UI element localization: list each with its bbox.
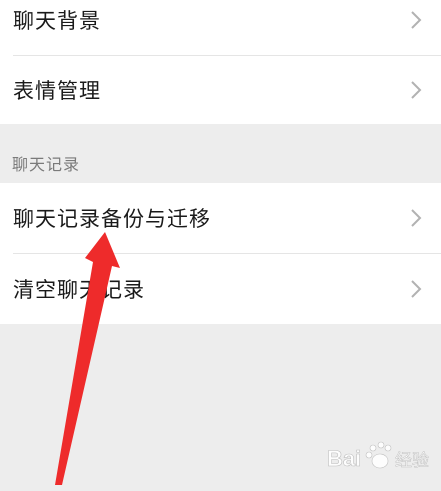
chevron-right-icon: [411, 11, 422, 29]
settings-item-backup-and-migrate[interactable]: 聊天记录备份与迁移: [0, 183, 441, 253]
settings-item-sticker-management[interactable]: 表情管理: [0, 55, 441, 125]
settings-item-label: 表情管理: [13, 79, 101, 103]
settings-item-label: 清空聊天记录: [13, 278, 145, 302]
settings-item-clear-chat-history[interactable]: 清空聊天记录: [0, 254, 441, 324]
chevron-right-icon: [411, 209, 422, 227]
section-header-chat-history: 聊天记录: [12, 155, 81, 174]
chevron-right-icon: [411, 280, 422, 298]
watermark-brand: Bai: [327, 446, 361, 471]
chevron-right-icon: [411, 81, 422, 99]
settings-group-top: 聊天背景 表情管理: [0, 0, 441, 124]
baidu-jingyan-watermark: Bai 经验: [325, 436, 435, 476]
settings-item-chat-background[interactable]: 聊天背景: [0, 0, 441, 55]
settings-item-label: 聊天记录备份与迁移: [13, 207, 211, 231]
baidu-paw-logo-icon: Bai 经验: [327, 441, 429, 471]
settings-group-chat-history: 聊天记录备份与迁移 清空聊天记录: [0, 183, 441, 324]
settings-item-label: 聊天背景: [13, 9, 101, 33]
watermark-suffix: 经验: [395, 451, 429, 471]
